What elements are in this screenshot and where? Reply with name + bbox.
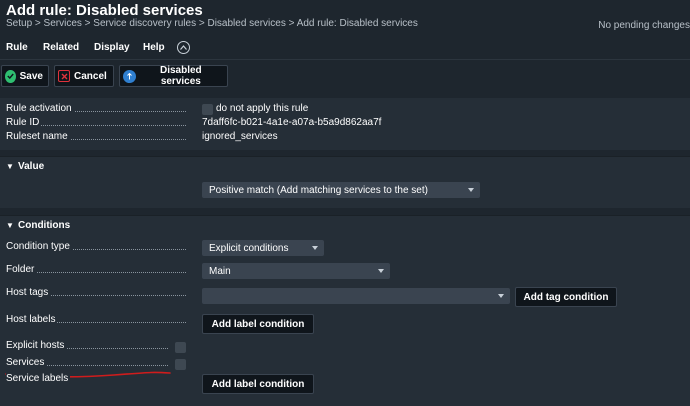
rule-activation-checkbox[interactable]	[202, 104, 213, 115]
conditions-section-title: Conditions	[18, 220, 71, 231]
host-labels-row: Host labels	[6, 314, 190, 325]
disabled-services-label: Disabled services	[159, 65, 202, 87]
folder-dropdown[interactable]: Main	[202, 263, 390, 279]
services-label: Services	[6, 357, 47, 368]
disabled-services-button[interactable]: Disabled services	[119, 65, 228, 87]
conditions-panel: Condition type Explicit conditions Folde…	[0, 235, 690, 406]
condition-type-value: Explicit conditions	[209, 242, 289, 254]
chevron-up-icon[interactable]	[177, 41, 190, 54]
condition-type-label: Condition type	[6, 241, 72, 252]
rule-activation-label: Rule activation	[6, 103, 74, 114]
ruleset-name-row: Ruleset name	[6, 131, 190, 142]
cancel-label: Cancel	[74, 70, 107, 82]
save-button[interactable]: Save	[1, 65, 49, 87]
add-tag-condition-button[interactable]: Add tag condition	[515, 287, 617, 307]
menu-display[interactable]: Display	[94, 42, 130, 53]
save-label: Save	[19, 70, 43, 82]
pending-changes-status[interactable]: No pending changes	[598, 20, 690, 31]
rule-properties-panel: Rule activation do not apply this rule R…	[0, 98, 690, 150]
add-service-label-condition-button[interactable]: Add label condition	[202, 374, 314, 394]
breadcrumb[interactable]: Setup > Services > Service discovery rul…	[6, 18, 418, 29]
folder-value: Main	[209, 265, 231, 277]
menu-help[interactable]: Help	[143, 42, 165, 53]
value-section-title: Value	[18, 161, 45, 172]
chevron-down-icon	[468, 188, 474, 192]
folder-row: Folder	[6, 264, 190, 275]
chevron-down-icon	[378, 269, 384, 273]
check-icon	[5, 69, 16, 83]
explicit-hosts-label: Explicit hosts	[6, 340, 67, 351]
ruleset-name-value: ignored_services	[202, 131, 278, 142]
info-icon	[123, 69, 136, 83]
explicit-hosts-row: Explicit hosts	[6, 340, 172, 351]
host-labels-label: Host labels	[6, 314, 58, 325]
add-host-label-condition-button[interactable]: Add label condition	[202, 314, 314, 334]
ruleset-name-label: Ruleset name	[6, 131, 70, 142]
page-header: Add rule: Disabled services Setup > Serv…	[0, 0, 690, 38]
rule-id-label: Rule ID	[6, 117, 42, 128]
match-type-dropdown[interactable]: Positive match (Add matching services to…	[202, 182, 480, 198]
host-tags-row: Host tags	[6, 287, 190, 298]
page-title: Add rule: Disabled services	[6, 2, 203, 19]
folder-label: Folder	[6, 264, 37, 275]
conditions-section-header[interactable]: ▼ Conditions	[0, 215, 690, 235]
menu-related[interactable]: Related	[43, 42, 79, 53]
rule-activation-row: Rule activation	[6, 103, 190, 114]
explicit-hosts-checkbox[interactable]	[175, 342, 186, 353]
cancel-button[interactable]: Cancel	[54, 65, 114, 87]
condition-type-row: Condition type	[6, 241, 190, 252]
chevron-down-icon	[312, 246, 318, 250]
menu-rule[interactable]: Rule	[6, 42, 28, 53]
rule-activation-value: do not apply this rule	[216, 103, 309, 114]
rule-id-row: Rule ID	[6, 117, 190, 128]
services-row: Services	[6, 357, 172, 368]
host-tags-dropdown[interactable]	[202, 288, 510, 304]
rule-id-value: 7daff6fc-b021-4a1e-a07a-b5a9d862aa7f	[202, 117, 382, 128]
action-toolbar: Save Cancel Disabled services	[0, 62, 690, 90]
host-tags-label: Host tags	[6, 287, 51, 298]
match-type-value: Positive match (Add matching services to…	[209, 184, 428, 196]
collapse-triangle-icon: ▼	[6, 162, 14, 171]
service-labels-row: Service labels	[6, 373, 190, 384]
menu-bar: Rule Related Display Help	[0, 38, 690, 60]
value-section-header[interactable]: ▼ Value	[0, 156, 690, 176]
services-checkbox[interactable]	[175, 359, 186, 370]
condition-type-dropdown[interactable]: Explicit conditions	[202, 240, 324, 256]
value-panel: Positive match (Add matching services to…	[0, 176, 690, 208]
collapse-triangle-icon: ▼	[6, 221, 14, 230]
chevron-down-icon	[498, 294, 504, 298]
service-labels-label: Service labels	[6, 373, 71, 384]
close-icon	[58, 70, 70, 82]
